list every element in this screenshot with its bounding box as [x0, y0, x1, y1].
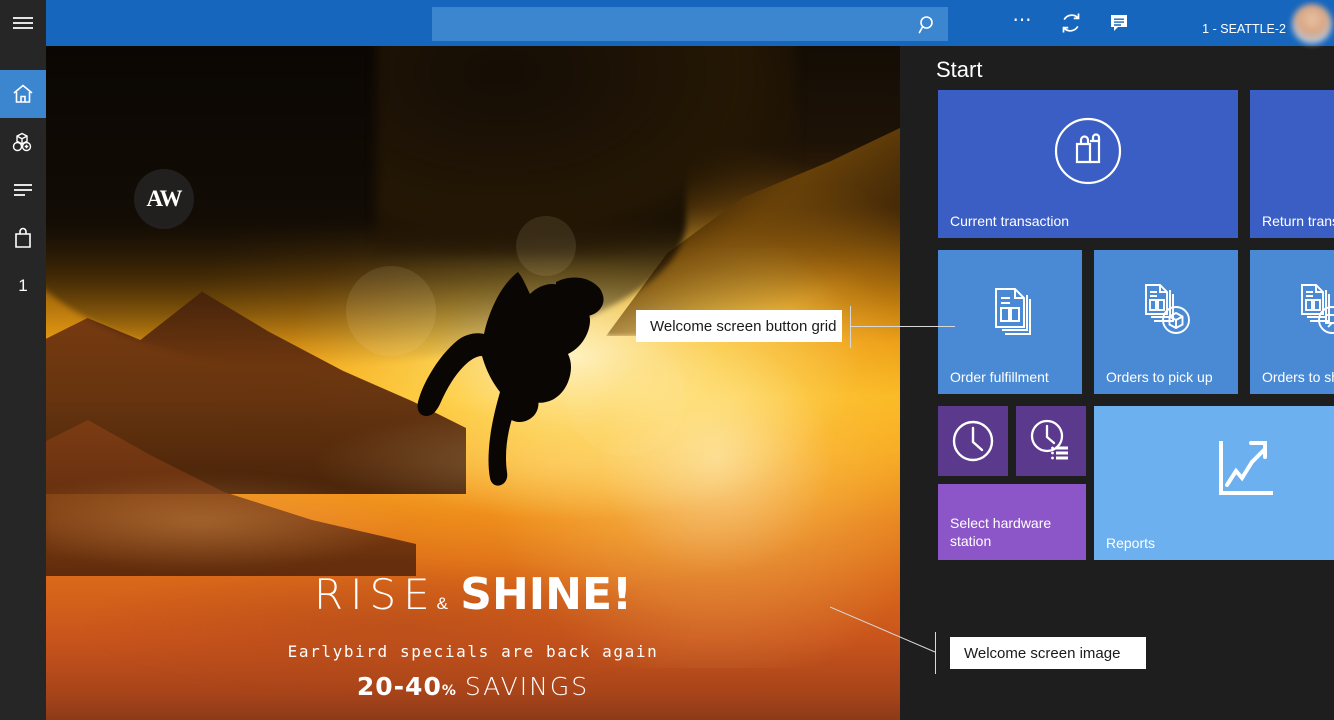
brand-logo-text: AW [146, 186, 181, 212]
promo-offer-number: 20-40 [357, 672, 442, 701]
tile-label: Orders to pick up [1106, 368, 1213, 386]
tile-orders-to-ship[interactable]: Orders to ship [1250, 250, 1334, 394]
search-icon[interactable] [914, 11, 942, 39]
avatar[interactable] [1292, 4, 1332, 44]
search-box[interactable] [432, 7, 948, 41]
clock-icon [938, 406, 1008, 476]
promo-subline: Earlybird specials are back again [46, 642, 900, 661]
hero-rock-overhang-secondary [376, 46, 796, 256]
promo-headline-ampersand: & [437, 594, 448, 613]
tile-label: Current transaction [950, 212, 1069, 230]
clock-list-icon [1016, 406, 1086, 476]
sidebar-item-count[interactable]: 1 [0, 262, 46, 310]
pos-welcome-screen: AW RISE& SHINE! Earlybird specials are b… [0, 0, 1334, 720]
promo-offer-symbol: % [442, 683, 457, 699]
tile-label: Order fulfillment [950, 368, 1049, 386]
sidebar-item-journal[interactable] [0, 166, 46, 214]
messages-icon[interactable] [1106, 10, 1132, 36]
user-name [1174, 3, 1286, 21]
hero-climber-silhouette [406, 266, 636, 486]
welcome-screen-image: AW RISE& SHINE! Earlybird specials are b… [46, 46, 900, 720]
sidebar-item-products[interactable] [0, 118, 46, 166]
topbar-actions: ⋯ [1010, 0, 1132, 46]
brand-logo-aw: AW [134, 169, 194, 229]
promo-headline: RISE& SHINE! [46, 569, 900, 630]
promo-headline-rise: RISE [314, 570, 437, 619]
promo-banner: RISE& SHINE! Earlybird specials are back… [46, 569, 900, 702]
callout-welcome-screen-button-grid: Welcome screen button grid [636, 310, 842, 342]
callout-text: Welcome screen button grid [650, 318, 836, 335]
tile-select-hardware-station[interactable]: Select hardware station [938, 484, 1086, 560]
tile-label: Reports [1106, 534, 1155, 552]
sidebar-item-count-label: 1 [18, 276, 27, 296]
tile-current-transaction[interactable]: Current transaction [938, 90, 1238, 238]
callout-welcome-screen-image: Welcome screen image [950, 637, 1146, 669]
store-register-label: 1 - SEATTLE-2 [1174, 21, 1286, 37]
promo-offer-word: SAVINGS [465, 672, 589, 701]
start-panel: Start Current transaction [900, 46, 1334, 720]
navigation-rail: 1 [0, 0, 46, 720]
search-input[interactable] [432, 7, 902, 41]
promo-headline-shine: SHINE! [460, 569, 632, 620]
tile-time-entries[interactable] [1016, 406, 1086, 476]
tile-return-transaction[interactable]: Return transaction [1250, 90, 1334, 238]
tile-label: Select hardware station [950, 514, 1080, 550]
hamburger-menu[interactable] [0, 0, 46, 46]
sidebar-item-home[interactable] [0, 70, 46, 118]
tile-label: Orders to ship [1262, 368, 1334, 386]
user-info[interactable]: 1 - SEATTLE-2 [1174, 3, 1286, 45]
tile-label: Return transaction [1262, 212, 1334, 230]
tile-reports[interactable]: Reports [1094, 406, 1334, 560]
callout-text: Welcome screen image [964, 645, 1120, 662]
top-app-bar: ⋯ 1 - SEATTLE-2 [0, 0, 1334, 46]
tile-orders-to-pick-up[interactable]: Orders to pick up [1094, 250, 1238, 394]
tile-time-clock[interactable] [938, 406, 1008, 476]
page-title: Start [936, 57, 982, 83]
refresh-icon[interactable] [1058, 10, 1084, 36]
promo-offer: 20-40% SAVINGS [46, 672, 900, 702]
tile-order-fulfillment[interactable]: Order fulfillment [938, 250, 1082, 394]
more-options-icon[interactable]: ⋯ [1010, 10, 1036, 36]
sidebar-item-cart[interactable] [0, 214, 46, 262]
